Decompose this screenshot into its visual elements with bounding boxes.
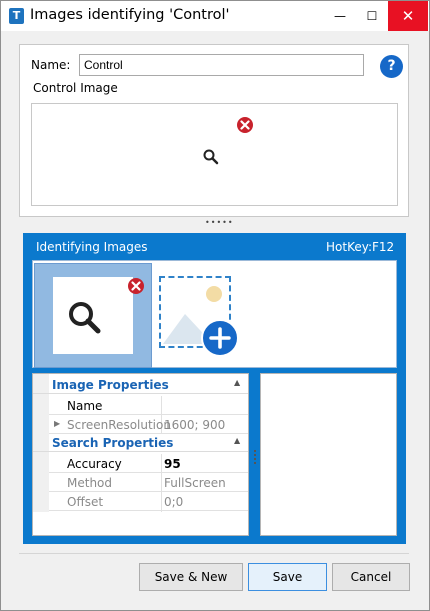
collapse-arrow-icon[interactable]: ▲ — [234, 436, 240, 445]
property-name: ScreenResolution — [67, 418, 171, 432]
property-name: Name — [67, 399, 103, 413]
name-input[interactable] — [79, 54, 364, 76]
search-magnifier-icon — [69, 302, 101, 334]
category-label: Image Properties — [52, 378, 169, 392]
remove-icon[interactable] — [127, 277, 145, 295]
splitter-grip[interactable]: ••••• — [205, 219, 234, 227]
app-icon: T — [9, 8, 24, 24]
minimize-icon[interactable]: — — [324, 1, 356, 31]
remove-icon[interactable] — [236, 116, 254, 134]
search-magnifier-icon — [203, 149, 219, 165]
identifying-images-title: Identifying Images — [36, 240, 148, 254]
property-name: Offset — [67, 495, 104, 509]
cancel-button[interactable]: Cancel — [332, 563, 410, 591]
property-value: 0;0 — [164, 495, 184, 509]
property-name: Method — [67, 476, 113, 490]
close-icon[interactable]: ✕ — [388, 1, 428, 31]
collapse-arrow-icon[interactable]: ▲ — [234, 378, 240, 387]
category-label: Search Properties — [52, 436, 174, 450]
save-and-new-button[interactable]: Save & New — [139, 563, 243, 591]
maximize-icon[interactable]: ☐ — [356, 1, 388, 31]
property-value[interactable]: 95 — [164, 457, 181, 471]
property-name: Accuracy — [67, 457, 122, 471]
expand-arrow-icon[interactable]: ▶ — [54, 419, 60, 428]
window-title: Images identifying 'Control' — [30, 7, 230, 23]
hotkey-label: HotKey:F12 — [326, 240, 395, 254]
property-value: FullScreen — [164, 476, 226, 490]
help-icon[interactable]: ? — [380, 55, 403, 78]
control-image-label: Control Image — [33, 81, 118, 95]
footer-divider — [19, 553, 409, 554]
property-value: 1600; 900 — [164, 418, 226, 432]
name-label: Name: — [31, 58, 71, 72]
add-image-icon[interactable] — [201, 319, 239, 357]
pane-splitter-grip[interactable] — [253, 450, 257, 464]
description-pane — [260, 373, 397, 536]
save-button[interactable]: Save — [248, 563, 327, 591]
